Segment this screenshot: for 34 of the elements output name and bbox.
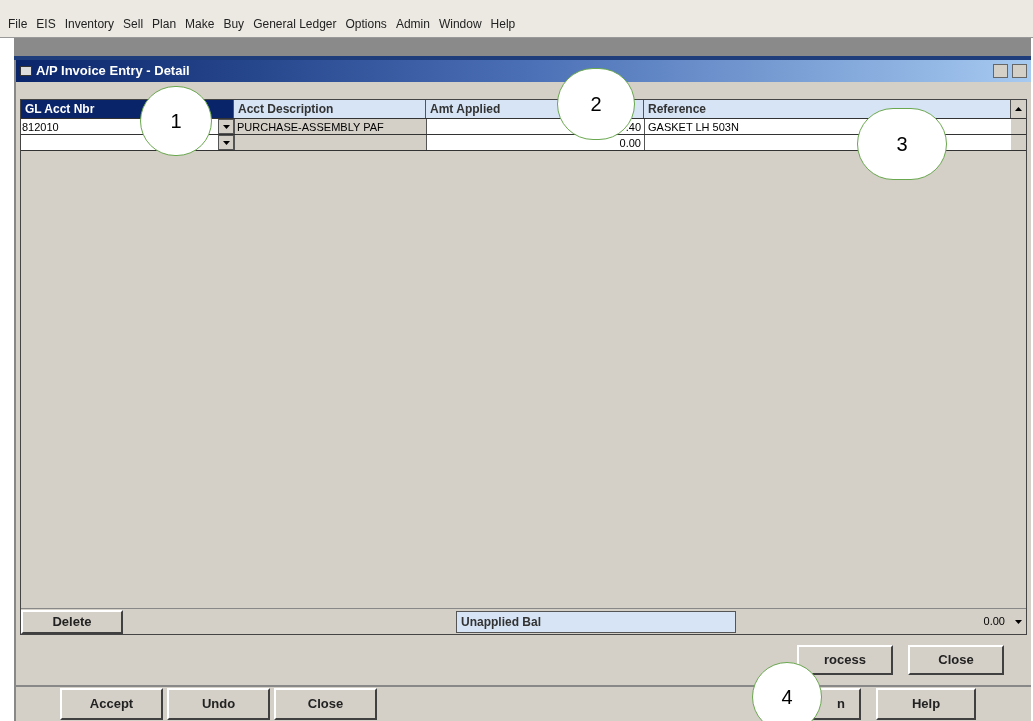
menu-item[interactable]: Buy — [223, 15, 245, 33]
menu-item[interactable]: Sell — [123, 15, 144, 33]
menu-item[interactable]: Make — [185, 15, 215, 33]
dropdown-button[interactable] — [218, 135, 234, 150]
column-header[interactable]: Acct Description — [234, 100, 426, 118]
menu-item[interactable]: General Ledger — [253, 15, 337, 33]
unapplied-balance-value: 0.00 — [982, 614, 1006, 630]
minimize-button[interactable] — [993, 64, 1008, 78]
action-button[interactable]: Close — [908, 645, 1004, 675]
footer-button[interactable]: Close — [274, 688, 377, 720]
footer-button[interactable]: Undo — [167, 688, 270, 720]
menu-item[interactable]: Plan — [152, 15, 177, 33]
delete-button[interactable]: Delete — [21, 609, 123, 634]
menu-item[interactable]: Help — [490, 15, 516, 33]
footer-button[interactable]: Accept — [60, 688, 163, 720]
up-arrow-icon — [1015, 107, 1022, 111]
down-arrow-icon — [1015, 619, 1022, 624]
table-cell[interactable]: 0.00 — [426, 135, 644, 150]
menu-item[interactable]: Window — [438, 15, 482, 33]
window-title: A/P Invoice Entry - Detail — [36, 62, 190, 81]
footer-button[interactable]: Help — [876, 688, 976, 720]
down-arrow-icon — [222, 140, 230, 145]
menu-item[interactable]: File — [8, 15, 28, 33]
maximize-button[interactable] — [1012, 64, 1027, 78]
menu-item[interactable]: EIS — [36, 15, 56, 33]
menu-item[interactable]: Admin — [395, 15, 430, 33]
menu-item[interactable]: Inventory — [64, 15, 115, 33]
down-arrow-icon — [222, 124, 230, 129]
menu-item[interactable]: Options — [345, 15, 387, 33]
window-icon — [20, 66, 32, 76]
column-header[interactable]: Reference — [644, 100, 1011, 118]
dropdown-button[interactable] — [218, 119, 234, 134]
action-button[interactable]: rocess — [797, 645, 893, 675]
unapplied-balance-label: Unapplied Bal — [456, 610, 736, 633]
